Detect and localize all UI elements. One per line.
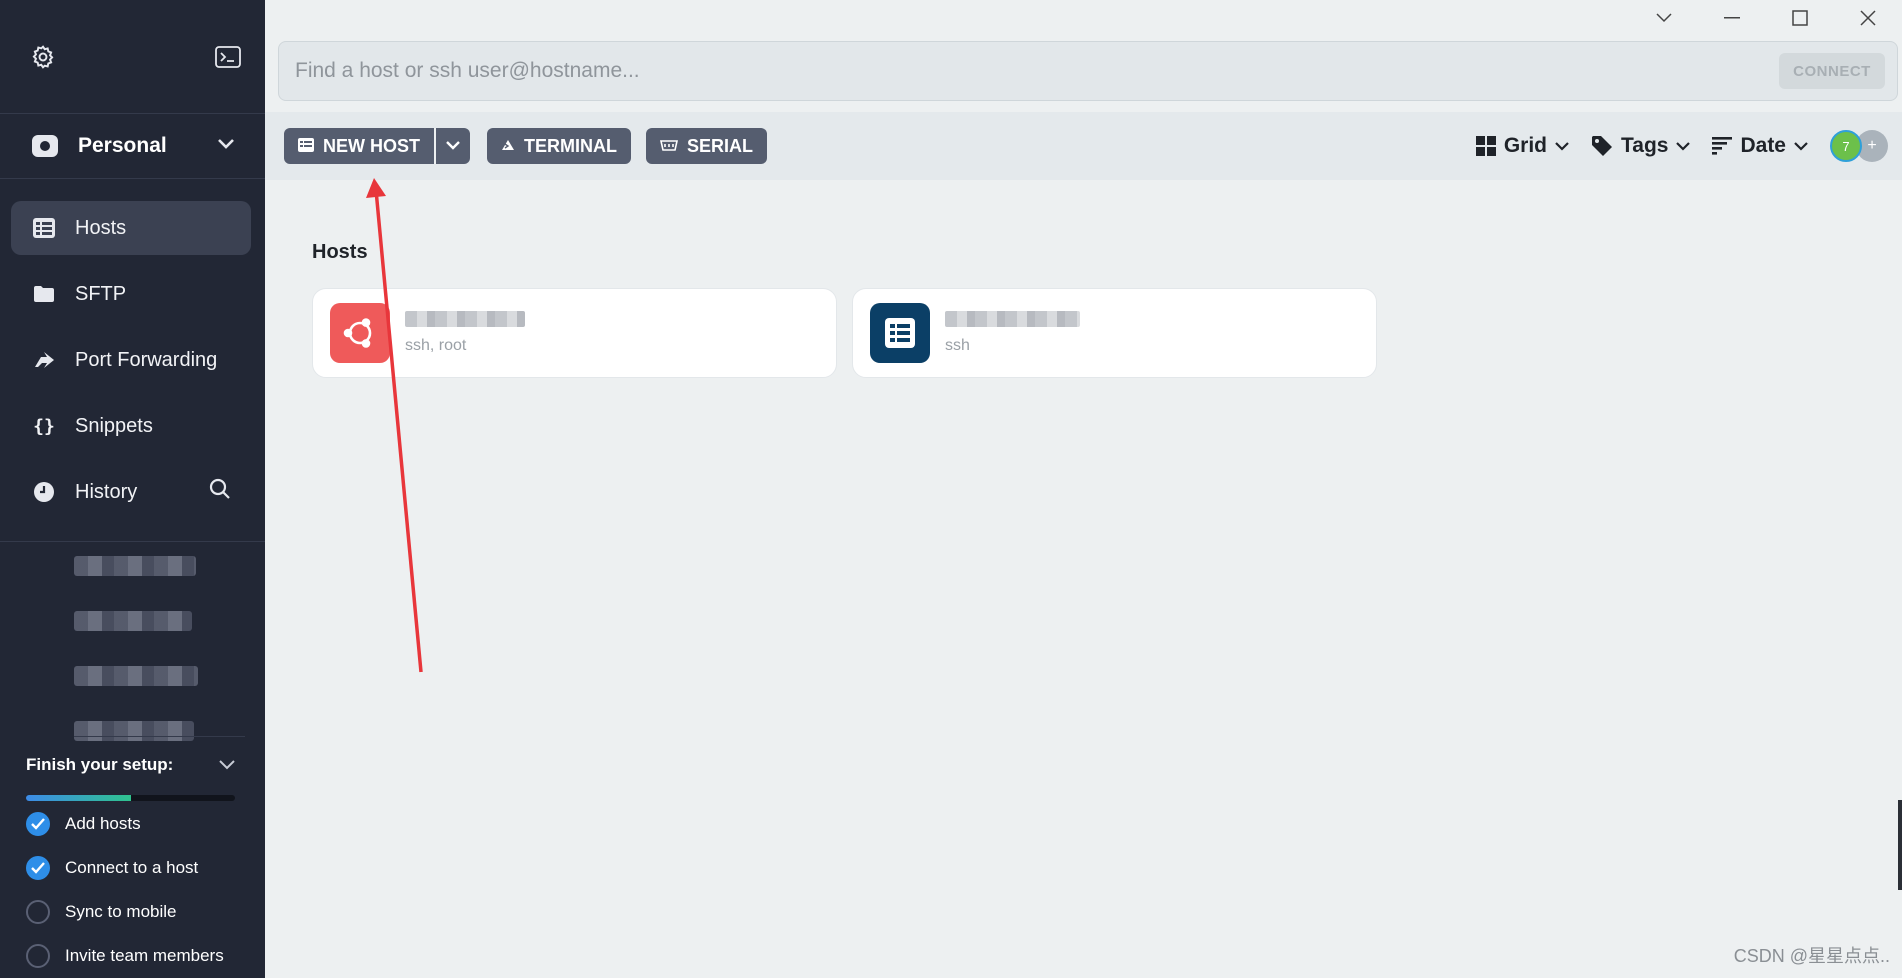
host-subtitle: ssh, root [405,337,467,354]
folder-icon [33,283,55,305]
new-host-split-button: NEW HOST [284,128,470,164]
sidebar-item-history[interactable]: History [11,465,251,519]
terminal-label: TERMINAL [524,135,617,156]
sidebar-top [0,0,265,114]
recent-connection-item[interactable] [74,611,192,631]
setup-task-label: Add hosts [65,814,141,833]
date-label: Date [1740,134,1786,157]
setup-task-label: Connect to a host [65,858,199,877]
tags-filter[interactable]: Tags [1591,134,1691,158]
ubuntu-icon [330,303,390,363]
serial-port-icon [660,138,678,154]
window-titlebar [265,0,1902,36]
port-forwarding-icon [33,349,55,371]
settings-gear-icon[interactable] [30,44,56,70]
setup-task[interactable]: Sync to mobile [26,891,235,933]
watermark: CSDN @星星点点.. [1733,946,1890,966]
minimize-icon[interactable] [1698,0,1766,36]
team-avatars[interactable]: 7 + [1830,130,1888,162]
view-controls: Grid Tags Date 7 + [1475,130,1902,162]
new-host-dropdown[interactable] [434,128,470,164]
close-icon[interactable] [1834,0,1902,36]
host-card[interactable]: ssh, root [312,288,837,378]
sidebar-item-sftp[interactable]: SFTP [11,267,251,321]
tags-label: Tags [1621,134,1669,157]
sidebar-item-label: SFTP [75,282,127,305]
setup-header[interactable]: Finish your setup: [26,755,235,775]
maximize-icon[interactable] [1766,0,1834,36]
connect-button[interactable]: CONNECT [1779,53,1885,89]
recent-connection-item[interactable] [74,556,196,576]
chevron-down-icon [1555,141,1569,151]
check-icon [26,812,50,836]
braces-icon: {} [33,415,55,437]
sidebar-item-hosts[interactable]: Hosts [11,201,251,255]
setup-checklist: Finish your setup: Add hosts Connect to … [0,736,265,977]
chevron-down-icon [219,755,235,775]
setup-task[interactable]: Invite team members [26,935,235,977]
sidebar-item-snippets[interactable]: {} Snippets [11,399,251,453]
search-icon[interactable] [209,478,231,506]
host-name-redacted [945,311,1080,327]
vault-label: Personal [78,134,167,157]
recent-connections [0,542,265,741]
sort-icon [1712,137,1733,155]
grid-label: Grid [1503,134,1547,157]
recent-connection-item[interactable] [74,666,198,686]
sidebar-item-port-forwarding[interactable]: Port Forwarding [11,333,251,387]
toolbar: NEW HOST TERMINAL SERIAL Grid Tags Date … [265,112,1902,180]
host-subtitle: ssh [945,337,970,354]
new-host-label: NEW HOST [323,135,420,156]
hosts-icon [298,137,314,155]
chevron-down-icon [217,137,235,155]
chevron-down-icon [446,137,460,155]
host-info: ssh, root [405,311,525,355]
clock-icon [33,481,55,503]
sidebar-item-label: Port Forwarding [75,348,218,371]
vault-icon [32,135,58,157]
hosts-icon [33,217,55,239]
serial-label: SERIAL [687,135,754,156]
setup-task[interactable]: Connect to a host [26,847,235,889]
host-card[interactable]: ssh [852,288,1377,378]
chevron-down-icon [1794,141,1808,151]
terminal-icon [501,138,515,154]
chevron-down-icon[interactable] [1630,0,1698,36]
empty-circle-icon [26,900,50,924]
host-search-bar[interactable]: Find a host or ssh user@hostname... CONN… [278,41,1898,101]
setup-task-label: Sync to mobile [65,902,177,921]
sidebar-item-label: Hosts [75,216,127,239]
setup-progress-bar [26,795,235,801]
sidebar-nav: Hosts SFTP Port Forwarding {} Snippets H… [0,179,265,542]
host-name-redacted [405,311,525,327]
sidebar-item-label: Snippets [75,414,153,437]
setup-title: Finish your setup: [26,755,174,774]
sort-by-date[interactable]: Date [1712,134,1808,158]
grid-view-toggle[interactable]: Grid [1475,134,1569,158]
terminal-icon[interactable] [215,45,241,68]
setup-task-label: Invite team members [65,946,224,965]
terminal-button[interactable]: TERMINAL [487,128,631,164]
search-input[interactable]: Find a host or ssh user@hostname... [295,59,1779,83]
avatar: 7 [1830,130,1862,162]
host-info: ssh [945,311,1080,355]
setup-task[interactable]: Add hosts [26,803,235,845]
new-host-button[interactable]: NEW HOST [284,128,434,164]
divider [74,736,245,737]
grid-icon [1475,136,1496,156]
sidebar-item-label: History [75,480,138,503]
tag-icon [1591,135,1613,157]
check-icon [26,856,50,880]
scrollbar[interactable] [1898,800,1902,890]
sidebar: Personal Hosts SFTP Port Forwarding {} S… [0,0,265,978]
chevron-down-icon [1676,141,1691,151]
main-panel: Find a host or ssh user@hostname... CONN… [265,0,1902,978]
empty-circle-icon [26,944,50,968]
serial-button[interactable]: SERIAL [646,128,768,164]
section-title: Hosts [312,241,368,263]
vault-selector[interactable]: Personal [0,114,265,179]
setup-progress-fill [26,795,131,801]
server-icon [870,303,930,363]
